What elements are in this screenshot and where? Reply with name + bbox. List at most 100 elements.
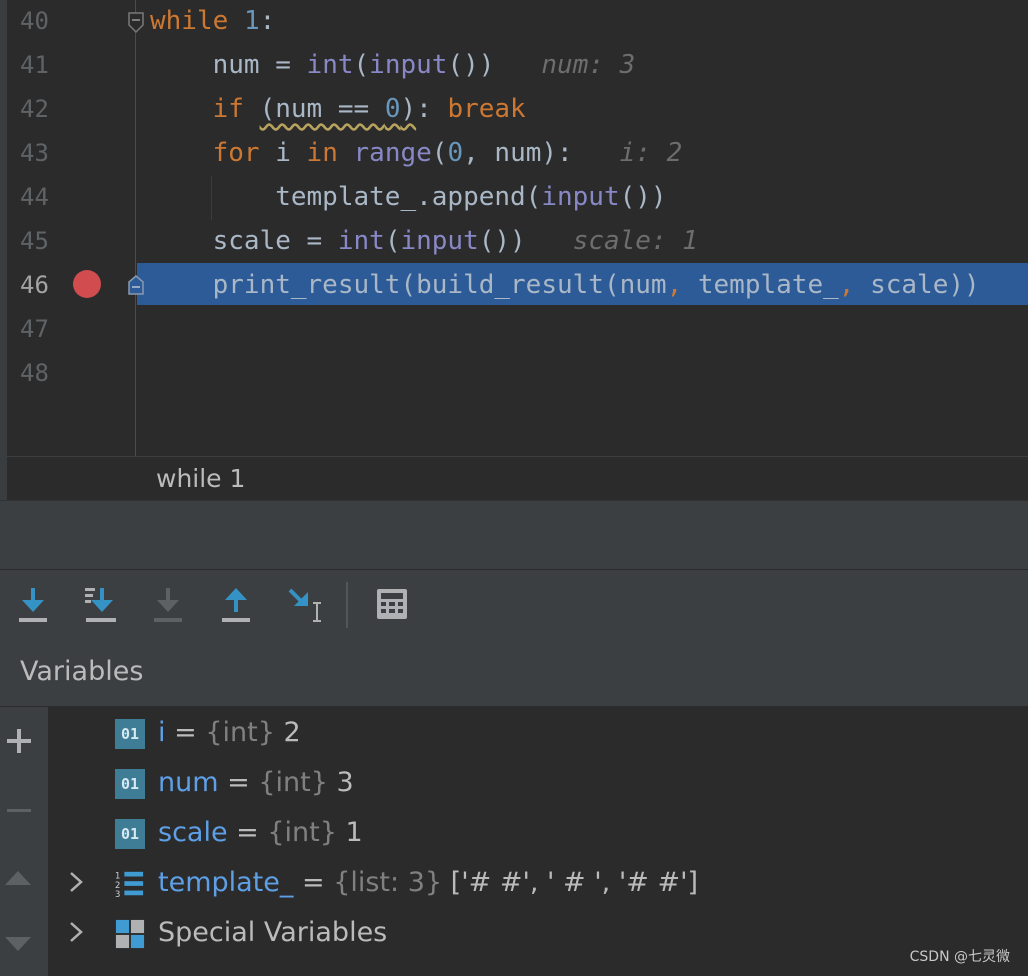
variable-name-text: num [158, 767, 219, 798]
add-watch-icon[interactable] [5, 727, 33, 755]
variable-name: Special Variables [158, 917, 388, 948]
builtin: input [541, 182, 620, 212]
keyword: for [150, 138, 260, 168]
step-out-button[interactable] [214, 582, 258, 626]
primitive-icon: 01 [115, 819, 145, 849]
line-number: 43 [20, 139, 49, 167]
breakpoint-icon[interactable] [73, 270, 101, 298]
fold-open-icon[interactable] [128, 12, 144, 34]
line-number: 48 [20, 359, 49, 387]
code-line-42[interactable]: 42 if (num == 0): break [0, 88, 1028, 132]
variables-panel-header: Variables [0, 640, 1028, 707]
number-literal: 1 [243, 6, 260, 36]
step-over-button[interactable] [11, 582, 55, 626]
code-token: print_result(build_result(num [150, 270, 667, 300]
variable-row-num[interactable]: 01 num = {int} 3 [49, 759, 1028, 809]
code-text: num = int(input()) num: 3 [150, 50, 636, 80]
remove-watch-icon[interactable] [5, 797, 33, 825]
number-literal: 0 [384, 94, 401, 124]
variable-row-special[interactable]: Special Variables [49, 909, 1028, 959]
builtin: int [337, 226, 385, 256]
code-line-46[interactable]: 46 print_result(build_result(num, templa… [0, 264, 1028, 308]
move-down-icon[interactable] [3, 935, 33, 955]
step-into-button[interactable] [78, 582, 122, 626]
toolbar-separator [346, 582, 348, 628]
variable-name-text: i [158, 717, 166, 748]
variables-tree: 01 i = {int} 2 01 num = {int} 3 01 scale… [49, 707, 1028, 976]
variable-name: scale = {int} 1 [158, 817, 363, 848]
warning-squiggle[interactable]: (num == 0) [260, 94, 417, 124]
builtin: input [400, 226, 479, 256]
variables-side-toolbar [0, 707, 49, 976]
keyword: if [150, 94, 244, 124]
code-line-47[interactable]: 47 [0, 308, 1028, 352]
inline-value-hint: i: 2 [619, 138, 683, 168]
code-line-43[interactable]: 43 for i in range(0, num): i: 2 [0, 132, 1028, 176]
equals-sign: = [165, 717, 206, 748]
variable-value: 3 [336, 767, 354, 798]
code-text: for i in range(0, num): i: 2 [150, 138, 683, 168]
code-text: scale = int(input()) scale: 1 [150, 226, 698, 256]
code-line-44[interactable]: 44 template_.append(input()) [0, 176, 1028, 220]
code-text: while 1: [150, 6, 275, 36]
code-line-41[interactable]: 41 num = int(input()) num: 3 [0, 44, 1028, 88]
code-token: ()) [619, 182, 667, 212]
line-number: 41 [20, 51, 49, 79]
variable-name: template_ = {list: 3} ['# #', ' # ', '# … [158, 867, 698, 898]
breadcrumb[interactable]: while 1 [7, 456, 1028, 501]
line-number: 40 [20, 7, 49, 35]
watermark: CSDN @七灵微 [909, 949, 1010, 965]
code-text: print_result(build_result(num, template_… [150, 270, 980, 300]
variable-type: {int} [258, 767, 328, 798]
code-token: template_.append( [150, 182, 542, 212]
variable-type: {int} [267, 817, 337, 848]
code-token: ) [400, 94, 417, 124]
code-line-48[interactable]: 48 [0, 352, 1028, 396]
panel-splitter[interactable] [0, 500, 1028, 569]
breadcrumb-item[interactable]: while 1 [156, 464, 245, 493]
step-over-icon [19, 588, 47, 622]
debugger-toolbar [0, 569, 1028, 641]
keyword: break [447, 94, 526, 124]
step-into-my-code-button[interactable] [146, 582, 190, 626]
equals-sign: = [218, 767, 259, 798]
punctuation: , [666, 270, 683, 300]
code-token: : [416, 94, 448, 124]
variable-value: 1 [345, 817, 363, 848]
line-number: 47 [20, 315, 49, 343]
chevron-right-icon[interactable] [65, 917, 87, 947]
code-token: i [259, 138, 307, 168]
code-line-40[interactable]: 40 while 1: [0, 0, 1028, 44]
list-icon: 1 2 3 [115, 870, 144, 899]
inline-value-hint: scale: 1 [572, 226, 698, 256]
punctuation: , [838, 270, 855, 300]
variable-name: i = {int} 2 [158, 717, 301, 748]
code-line-45[interactable]: 45 scale = int(input()) scale: 1 [0, 220, 1028, 264]
panel-title: Variables [20, 656, 144, 687]
evaluate-expression-button[interactable] [370, 582, 414, 626]
fold-end-icon[interactable] [128, 275, 144, 295]
equals-sign: = [227, 817, 268, 848]
calculator-icon [377, 589, 407, 619]
code-token: , num): [463, 138, 573, 168]
inline-value-hint: num: 3 [541, 50, 636, 80]
code-token: ( [353, 50, 370, 80]
variable-row-template[interactable]: 1 2 3 template_ = {list: 3} ['# #', ' # … [49, 859, 1028, 909]
chevron-right-icon[interactable] [65, 867, 87, 897]
keyword: in [306, 138, 338, 168]
run-to-cursor-icon [288, 588, 321, 622]
step-into-disabled-icon [154, 588, 182, 622]
run-to-cursor-button[interactable] [282, 582, 326, 626]
variable-row-scale[interactable]: 01 scale = {int} 1 [49, 809, 1028, 859]
move-up-icon[interactable] [3, 867, 33, 887]
code-token: scale = [150, 226, 338, 256]
code-token: ()) [478, 226, 526, 256]
punctuation: : [259, 6, 276, 36]
variable-type: {list: 3} [333, 867, 443, 898]
builtin: input [369, 50, 448, 80]
variable-row-i[interactable]: 01 i = {int} 2 [49, 709, 1028, 759]
code-editor[interactable]: 40 while 1: 41 num = int(input()) num: 3… [0, 0, 1028, 500]
svg-text:3: 3 [115, 889, 120, 899]
primitive-icon: 01 [115, 769, 145, 799]
